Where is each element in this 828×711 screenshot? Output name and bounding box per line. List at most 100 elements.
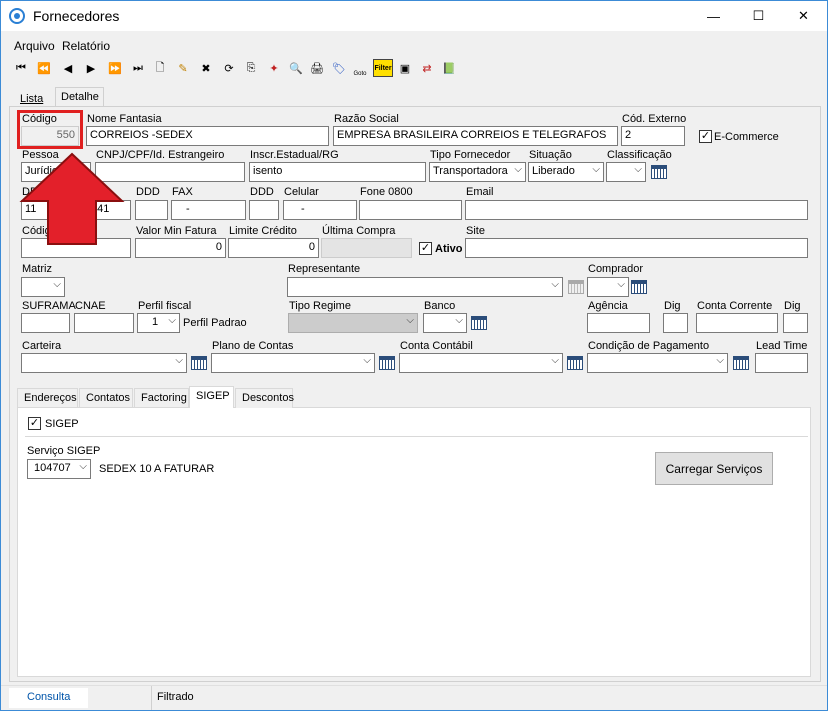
ativo-label: Ativo xyxy=(435,243,463,255)
menu-relatorio[interactable]: Relatório xyxy=(62,39,110,53)
agencia-field[interactable] xyxy=(587,313,650,333)
lead-time-field[interactable] xyxy=(755,353,808,373)
situacao-select[interactable]: Liberado ⌵ xyxy=(528,162,604,182)
representante-label: Representante xyxy=(288,263,361,275)
comprador-label: Comprador xyxy=(588,263,644,275)
limite-credito-field[interactable]: 0 xyxy=(228,238,319,258)
classificacao-select[interactable]: ⌵ xyxy=(606,162,646,182)
carteira-select[interactable]: ⌵ xyxy=(21,353,187,373)
calendar-icon[interactable] xyxy=(733,356,749,370)
calendar-icon[interactable] xyxy=(568,280,584,294)
site-field[interactable] xyxy=(465,238,808,258)
comprador-select[interactable]: ⌵ xyxy=(587,277,629,297)
calendar-icon[interactable] xyxy=(651,165,667,179)
tag-icon[interactable]: 🏷 xyxy=(330,59,348,77)
chevron-down-icon: ⌵ xyxy=(551,355,559,366)
status-filtrado: Filtrado xyxy=(157,691,194,703)
celular-field[interactable]: - xyxy=(283,200,357,220)
preview-icon[interactable]: 🔍 xyxy=(287,59,305,77)
tab-enderecos[interactable]: Endereços xyxy=(17,388,78,408)
fax-field[interactable]: - xyxy=(171,200,246,220)
maximize-button[interactable]: ☐ xyxy=(736,1,781,31)
chevron-down-icon: ⌵ xyxy=(514,164,522,175)
export-icon[interactable]: ⇄ xyxy=(418,59,436,77)
last-record-icon[interactable]: ⏭ xyxy=(129,59,147,77)
calendar-icon[interactable] xyxy=(631,280,647,294)
tab-factoring[interactable]: Factoring xyxy=(134,388,189,408)
chevron-down-icon: ⌵ xyxy=(53,279,61,290)
conta-contabil-select[interactable]: ⌵ xyxy=(399,353,563,373)
next-record-icon[interactable]: ▶ xyxy=(82,59,100,77)
first-record-icon[interactable]: ⏮ xyxy=(12,59,30,77)
delete-record-icon[interactable]: ✖ xyxy=(197,59,215,77)
fone0800-field[interactable] xyxy=(359,200,462,220)
print-icon[interactable]: 🖨 xyxy=(308,59,326,77)
title-bar: Fornecedores — ☐ ✕ xyxy=(1,1,827,31)
tab-lista[interactable]: Lista xyxy=(15,90,49,107)
banco-select[interactable]: ⌵ xyxy=(423,313,467,333)
inscr-estadual-field[interactable]: isento xyxy=(249,162,426,182)
ativo-checkbox[interactable]: ✓ xyxy=(419,242,432,255)
plano-contas-select[interactable]: ⌵ xyxy=(211,353,375,373)
divider xyxy=(25,436,808,437)
condicao-pagamento-select[interactable]: ⌵ xyxy=(587,353,728,373)
tab-detalhe[interactable]: Detalhe xyxy=(55,87,104,107)
servico-sigep-value: 104707 xyxy=(34,462,71,474)
tipo-fornecedor-label: Tipo Fornecedor xyxy=(430,149,511,161)
edit-record-icon[interactable]: ✎ xyxy=(174,59,192,77)
prev-record-icon[interactable]: ◀ xyxy=(59,59,77,77)
conta-corrente-field[interactable] xyxy=(696,313,778,333)
matriz-select[interactable]: ⌵ xyxy=(21,277,65,297)
nome-fantasia-field[interactable]: CORREIOS -SEDEX xyxy=(86,126,329,146)
new-record-icon[interactable]: 🗋 xyxy=(151,59,169,77)
ddd-fax-field[interactable] xyxy=(135,200,168,220)
dig2-field[interactable] xyxy=(783,313,808,333)
filter-icon[interactable]: Filter xyxy=(373,59,393,77)
razao-social-field[interactable]: EMPRESA BRASILEIRA CORREIOS E TELEGRAFOS xyxy=(333,126,618,146)
goto-icon[interactable]: Goto xyxy=(351,59,369,77)
tab-sigep[interactable]: SIGEP xyxy=(189,386,234,408)
sigep-checkbox[interactable]: ✓ xyxy=(28,417,41,430)
copy-icon[interactable]: ⎘ xyxy=(242,59,260,77)
cod-externo-field[interactable]: 2 xyxy=(621,126,685,146)
cnae-field[interactable] xyxy=(74,313,134,333)
chevron-down-icon: ⌵ xyxy=(592,164,600,175)
servico-sigep-select[interactable]: 104707 ⌵ xyxy=(27,459,91,479)
carregar-servicos-button[interactable]: Carregar Serviços xyxy=(655,452,773,485)
next-page-icon[interactable]: ⏩ xyxy=(106,59,124,77)
dig1-field[interactable] xyxy=(663,313,688,333)
tab-descontos[interactable]: Descontos xyxy=(235,388,294,408)
perfil-fiscal-select[interactable]: 1 ⌵ xyxy=(137,313,180,333)
suframa-field[interactable] xyxy=(21,313,70,333)
book-icon[interactable]: 📗 xyxy=(440,59,458,77)
perfil-fiscal-value: 1 xyxy=(152,316,159,328)
calendar-icon[interactable] xyxy=(191,356,207,370)
tipo-fornecedor-value: Transportadora xyxy=(433,165,508,177)
tipo-fornecedor-select[interactable]: Transportadora ⌵ xyxy=(429,162,526,182)
representante-select[interactable]: ⌵ xyxy=(287,277,563,297)
nome-fantasia-label: Nome Fantasia xyxy=(87,113,162,125)
tipo-regime-label: Tipo Regime xyxy=(289,300,351,312)
prev-page-icon[interactable]: ⏪ xyxy=(35,59,53,77)
perfil-fiscal-label: Perfil fiscal xyxy=(138,300,192,312)
valor-min-fatura-field[interactable]: 0 xyxy=(135,238,226,258)
calendar-icon[interactable] xyxy=(471,316,487,330)
minimize-button[interactable]: — xyxy=(691,1,736,31)
suframa-label: SUFRAMA xyxy=(22,300,76,312)
tipo-regime-select: ⌵ xyxy=(288,313,418,333)
chevron-down-icon: ⌵ xyxy=(634,164,642,175)
email-field[interactable] xyxy=(465,200,808,220)
close-button[interactable]: ✕ xyxy=(781,1,826,31)
ddd-cel-field[interactable] xyxy=(249,200,279,220)
screen-icon[interactable]: ▣ xyxy=(396,59,414,77)
ecommerce-checkbox[interactable]: ✓ xyxy=(699,130,712,143)
tab-contatos[interactable]: Contatos xyxy=(79,388,133,408)
refresh-icon[interactable]: ⟳ xyxy=(220,59,238,77)
wand-icon[interactable]: ✦ xyxy=(265,59,283,77)
calendar-icon[interactable] xyxy=(379,356,395,370)
menu-arquivo[interactable]: Arquivo xyxy=(14,39,55,53)
email-label: Email xyxy=(466,186,494,198)
calendar-icon[interactable] xyxy=(567,356,583,370)
menu-bar: Arquivo Relatório ⏮ ⏪ ◀ ▶ ⏩ ⏭ 🗋 ✎ ✖ ⟳ ⎘ … xyxy=(1,31,827,91)
servico-sigep-label: Serviço SIGEP xyxy=(27,445,101,457)
